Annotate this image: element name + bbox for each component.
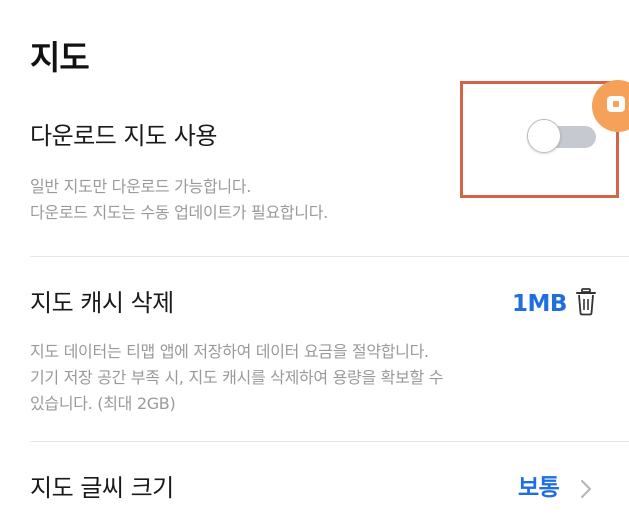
trash-icon[interactable]: [574, 288, 598, 316]
map-font-size-label[interactable]: 지도 글씨 크기: [30, 472, 174, 504]
download-map-description: 일반 지도만 다운로드 가능합니다. 다운로드 지도는 수동 업데이트가 필요합…: [30, 174, 328, 226]
settings-screen: 지도 다운로드 지도 사용 일반 지도만 다운로드 가능합니다. 다운로드 지도…: [0, 0, 629, 530]
clear-cache-label: 지도 캐시 삭제: [30, 289, 174, 317]
clear-cache-description: 지도 데이터는 티맵 앱에 저장하여 데이터 요금을 절약합니다. 기기 저장 …: [30, 339, 443, 417]
download-map-desc-line: 일반 지도만 다운로드 가능합니다.: [30, 177, 252, 196]
toggle-thumb: [527, 119, 561, 153]
chevron-right-icon[interactable]: [576, 475, 596, 503]
page-title: 지도: [30, 38, 90, 77]
download-map-desc-line: 다운로드 지도는 수동 업데이트가 필요합니다.: [30, 203, 328, 222]
map-font-size-value[interactable]: 보통: [518, 472, 560, 504]
clear-cache-desc-line: 있습니다. (최대 2GB): [30, 394, 176, 413]
clear-cache-desc-line: 지도 데이터는 티맵 앱에 저장하여 데이터 요금을 절약합니다.: [30, 342, 429, 361]
download-map-toggle[interactable]: [526, 117, 600, 157]
clear-cache-desc-line: 기기 저장 공간 부족 시, 지도 캐시를 삭제하여 용량을 확보할 수: [30, 368, 444, 387]
badge-inner-icon: [607, 96, 625, 112]
download-map-label: 다운로드 지도 사용: [30, 122, 217, 150]
divider: [30, 256, 629, 257]
divider: [30, 441, 629, 442]
cache-size-value: 1MB: [512, 291, 567, 317]
